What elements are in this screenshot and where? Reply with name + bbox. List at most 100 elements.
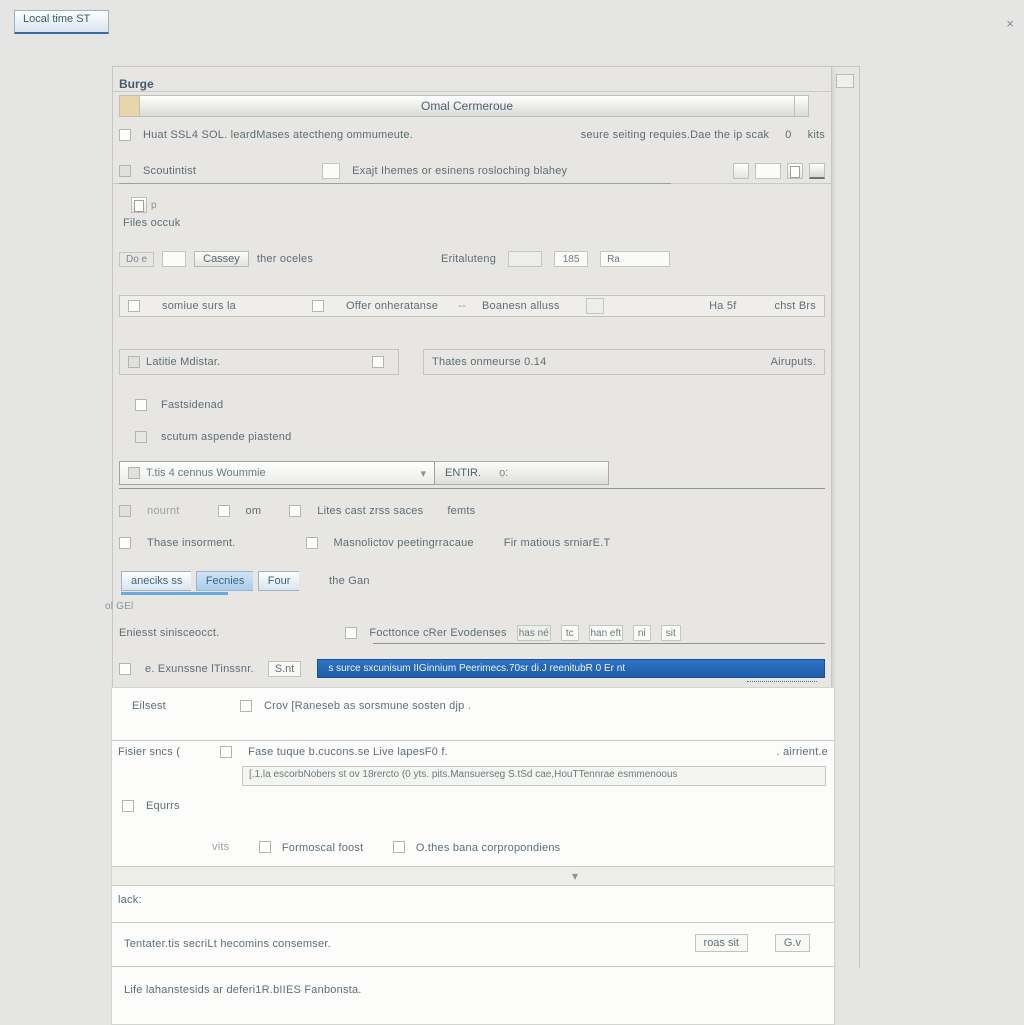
file-icon	[131, 197, 147, 213]
scout-icon-end[interactable]	[809, 163, 825, 179]
scut-check[interactable]	[135, 431, 147, 443]
n-check-c[interactable]	[393, 841, 405, 853]
host-text: Huat SSL4 SOL. leardMases atectheng ommu…	[143, 129, 413, 141]
scut-label: scutum aspende piastend	[161, 431, 291, 443]
trans-check-b[interactable]	[306, 537, 318, 549]
face-a: Fisier sncs (	[118, 746, 180, 758]
lower-white-panel: Eilsest Crov [Raneseb as sorsmune sosten…	[111, 687, 835, 1025]
right-handle-box	[836, 74, 854, 88]
strip-c: Boanesn alluss	[482, 300, 560, 312]
res-m2: tc	[561, 625, 579, 641]
n-b: Formoscal foost	[282, 842, 364, 854]
host-check-icon[interactable]	[119, 129, 131, 141]
trans-check-a[interactable]	[119, 537, 131, 549]
main-panel: Burge Omal Cermeroue Huat SSL4 SOL. lear…	[112, 66, 832, 1024]
scout-mini-input[interactable]	[322, 163, 340, 179]
trans-left: Thase insorment.	[147, 537, 236, 549]
scout-input-b[interactable]	[755, 163, 781, 179]
host-right-text: seure seiting requies.Dae the ip scak	[581, 129, 770, 141]
term-text: Tentater.tis secriLt hecomins consemser.	[124, 938, 331, 950]
footer-button-b[interactable]: G.v	[775, 934, 810, 952]
page-icon[interactable]	[787, 163, 803, 179]
strip-r2: chst Brs	[775, 300, 817, 312]
dist-box-c[interactable]: Ra	[600, 251, 670, 267]
ex-check[interactable]	[119, 663, 131, 675]
equrrs-check[interactable]	[122, 800, 134, 812]
window-tab[interactable]: Local time ST	[14, 10, 109, 34]
title-end	[794, 96, 808, 116]
segmented-tabs: aneciks ss Fecnies Four	[121, 571, 299, 593]
trans-right: Fir matious srniarE.T	[504, 537, 611, 549]
face-b: Fase tuque b.cucons.se Live lapesF0 f.	[248, 746, 448, 758]
dec-left: Eilsest	[132, 700, 166, 712]
picker-left-chip[interactable]: Do e	[119, 252, 154, 267]
title-bar: Omal Cermeroue	[119, 95, 809, 117]
face-c: . airrient.e	[776, 746, 828, 758]
caret-down-icon[interactable]: ▾	[572, 869, 578, 883]
tab-b[interactable]: Fecnies	[196, 571, 254, 591]
enter-button[interactable]: ENTIR. ọ:	[435, 461, 609, 485]
n-a: vits	[212, 841, 229, 853]
cell-a-marker	[128, 356, 140, 368]
lines-left: nournt	[147, 505, 180, 517]
cell-a-check[interactable]	[372, 356, 384, 368]
gel-label: ol GEl	[105, 601, 133, 612]
combo-marker	[128, 467, 140, 479]
lines-check-b[interactable]	[218, 505, 230, 517]
trans-mid: Masnolictov peetingrracaue	[334, 537, 474, 549]
lack-label: lack:	[118, 894, 142, 906]
scout-label: Scoutintist	[143, 165, 196, 177]
lines-row: nournt om Lites cast zrss saces femts	[119, 505, 825, 517]
n-check-b[interactable]	[259, 841, 271, 853]
result-box-label: Focttonce cRer Evodenses	[369, 627, 506, 639]
cassey-button[interactable]: Cassey	[194, 251, 249, 267]
host-zero: 0	[785, 129, 791, 141]
lines-mid: om	[246, 505, 262, 517]
scout-check-icon[interactable]	[119, 165, 131, 177]
tab-c[interactable]: Four	[258, 571, 300, 591]
footer-button-a[interactable]: roas sit	[695, 934, 748, 952]
right-gutter	[832, 66, 860, 968]
lines-check-c[interactable]	[289, 505, 301, 517]
close-icon[interactable]: ×	[1006, 16, 1014, 31]
face-check[interactable]	[220, 746, 232, 758]
cell-a-text: Latitie Mdistar.	[146, 356, 220, 368]
strip-check-b[interactable]	[312, 300, 324, 312]
dist-box-b[interactable]: 185	[554, 251, 588, 267]
lines-check-a[interactable]	[119, 505, 131, 517]
divider	[113, 91, 831, 92]
fast-check[interactable]	[135, 399, 147, 411]
panel-caption: Burge	[119, 77, 154, 91]
combo-select[interactable]: T.tis 4 cennus Woummie ▾	[119, 461, 435, 485]
picker-gap-input[interactable]	[162, 251, 186, 267]
dist-box-a[interactable]	[508, 251, 542, 267]
lines-right2: femts	[447, 505, 475, 517]
picker-after: ther oceles	[257, 253, 313, 265]
combo-value: T.tis 4 cennus Woummie	[146, 467, 266, 479]
res-m3[interactable]: han eft	[589, 625, 623, 641]
result-check[interactable]	[345, 627, 357, 639]
tab-a[interactable]: aneciks ss	[121, 571, 191, 591]
divider	[119, 488, 825, 489]
strip-check-a[interactable]	[128, 300, 140, 312]
cell-b[interactable]: Thates onmeurse 0.14 Airuputs.	[423, 349, 825, 375]
combo-row: T.tis 4 cennus Woummie ▾ ENTIR. ọ:	[119, 461, 825, 485]
divider	[112, 922, 834, 923]
divider	[373, 643, 825, 644]
scout-mid: Exajt Ihemes or esinens rosloching blahe…	[352, 165, 567, 177]
dec-text: Crov [Raneseb as sorsmune sosten djp .	[264, 700, 471, 712]
track-bar: ▾	[112, 866, 834, 886]
lines-right: Lites cast zrss saces	[317, 505, 423, 517]
cell-a[interactable]: Latitie Mdistar.	[119, 349, 399, 375]
ex-chip[interactable]: S.nt	[268, 661, 302, 677]
strip-b: Offer onheratanse	[346, 300, 438, 312]
window-tab-label: Local time ST	[23, 13, 90, 25]
strip-num[interactable]	[586, 298, 604, 314]
scout-icon-a[interactable]	[733, 163, 749, 179]
files-p: p	[151, 200, 157, 211]
dotted-underline	[747, 681, 817, 682]
dec-check[interactable]	[240, 700, 252, 712]
res-m1[interactable]: has né	[517, 625, 551, 641]
long-readout: [.1.la escorbNobers st ov 18rercto (0 yt…	[242, 766, 826, 786]
fast-label: Fastsidenad	[161, 399, 223, 411]
